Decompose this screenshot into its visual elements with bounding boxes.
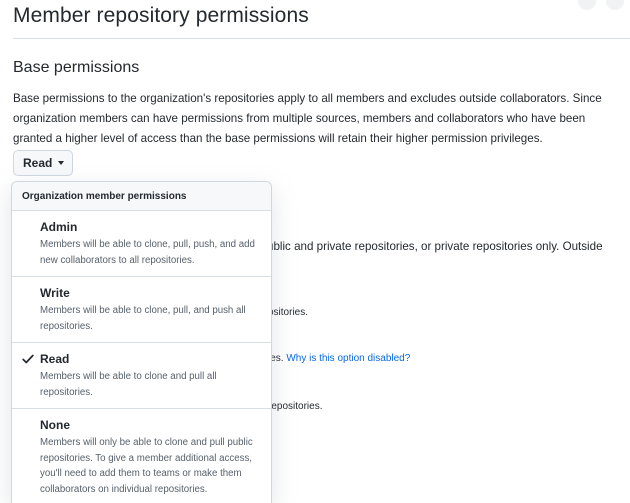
- background-text-line: repositories.: [268, 401, 323, 412]
- dropdown-header: Organization member permissions: [12, 182, 271, 211]
- why-disabled-link[interactable]: Why is this option disabled?: [286, 353, 410, 364]
- title-divider: [13, 38, 630, 39]
- header-actions: [570, 0, 630, 10]
- option-title: Write: [40, 286, 70, 300]
- option-read[interactable]: Read Members will be able to clone and p…: [12, 343, 271, 409]
- option-admin[interactable]: Admin Members will be able to clone, pul…: [12, 211, 271, 277]
- option-title: Admin: [40, 220, 78, 234]
- option-description: Members will be able to clone and pull a…: [40, 371, 217, 398]
- background-text-line: ositories.: [268, 307, 309, 318]
- page-title: Member repository permissions: [13, 4, 309, 27]
- permission-dropdown-menu: Organization member permissions Admin Me…: [11, 181, 272, 503]
- background-text-line: ies. Why is this option disabled?: [268, 353, 410, 364]
- avatar-icon: [578, 0, 596, 10]
- base-permissions-description: Base permissions to the organization's r…: [13, 92, 602, 145]
- caret-down-icon: [58, 161, 65, 165]
- base-permission-select-button[interactable]: Read: [13, 150, 73, 176]
- option-description: Members will be able to clone, pull, pus…: [40, 239, 255, 266]
- selected-permission-label: Read: [23, 156, 53, 170]
- option-description: Members will be able to clone, pull, and…: [40, 305, 246, 332]
- option-title: None: [40, 418, 70, 432]
- option-none[interactable]: None Members will only be able to clone …: [12, 409, 271, 503]
- option-description: Members will only be able to clone and p…: [40, 437, 253, 495]
- option-write[interactable]: Write Members will be able to clone, pul…: [12, 277, 271, 343]
- section-title-base-permissions: Base permissions: [13, 59, 140, 76]
- check-icon: [22, 354, 34, 364]
- avatar-icon: [606, 0, 624, 10]
- option-title: Read: [40, 352, 70, 366]
- background-text-line: ublic and private repositories, or priva…: [267, 240, 603, 253]
